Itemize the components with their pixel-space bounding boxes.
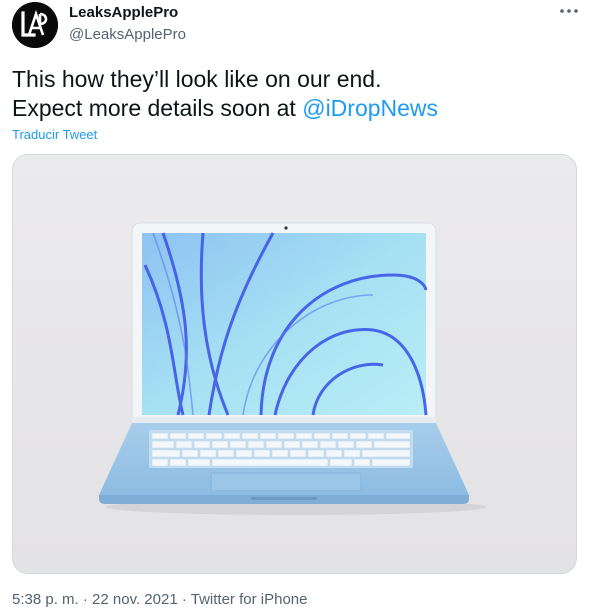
tweet-media-image[interactable]: [12, 154, 577, 574]
tweet-text-line-2: Expect more details soon at @iDropNews: [12, 94, 582, 123]
avatar[interactable]: [12, 2, 58, 48]
user-handle[interactable]: @LeaksApplePro: [69, 26, 186, 43]
translate-tweet-link[interactable]: Traducir Tweet: [12, 127, 97, 142]
lap-logo-icon: [12, 2, 58, 48]
tweet-time[interactable]: 5:38 p. m.: [12, 591, 79, 608]
separator-2: ·: [177, 591, 191, 608]
tweet-text-prefix: Expect more details soon at: [12, 95, 303, 121]
tweet-date[interactable]: 22 nov. 2021: [92, 591, 178, 608]
more-options-button[interactable]: [556, 0, 582, 22]
separator-1: ·: [78, 591, 93, 608]
tweet-source[interactable]: Twitter for iPhone: [191, 591, 308, 608]
tweet-timestamp: 5:38 p. m. · 22 nov. 2021 · Twitter for …: [12, 591, 307, 608]
tweet-text-line-1: This how they’ll look like on our end.: [12, 66, 382, 92]
tweet: LeaksApplePro @LeaksApplePro This how th…: [0, 0, 591, 616]
mention-link[interactable]: @iDropNews: [302, 95, 438, 121]
macbook-image: [13, 155, 576, 573]
more-horizontal-icon: [560, 9, 578, 13]
display-name[interactable]: LeaksApplePro: [69, 4, 178, 21]
tweet-text: This how they’ll look like on our end. E…: [12, 65, 582, 123]
